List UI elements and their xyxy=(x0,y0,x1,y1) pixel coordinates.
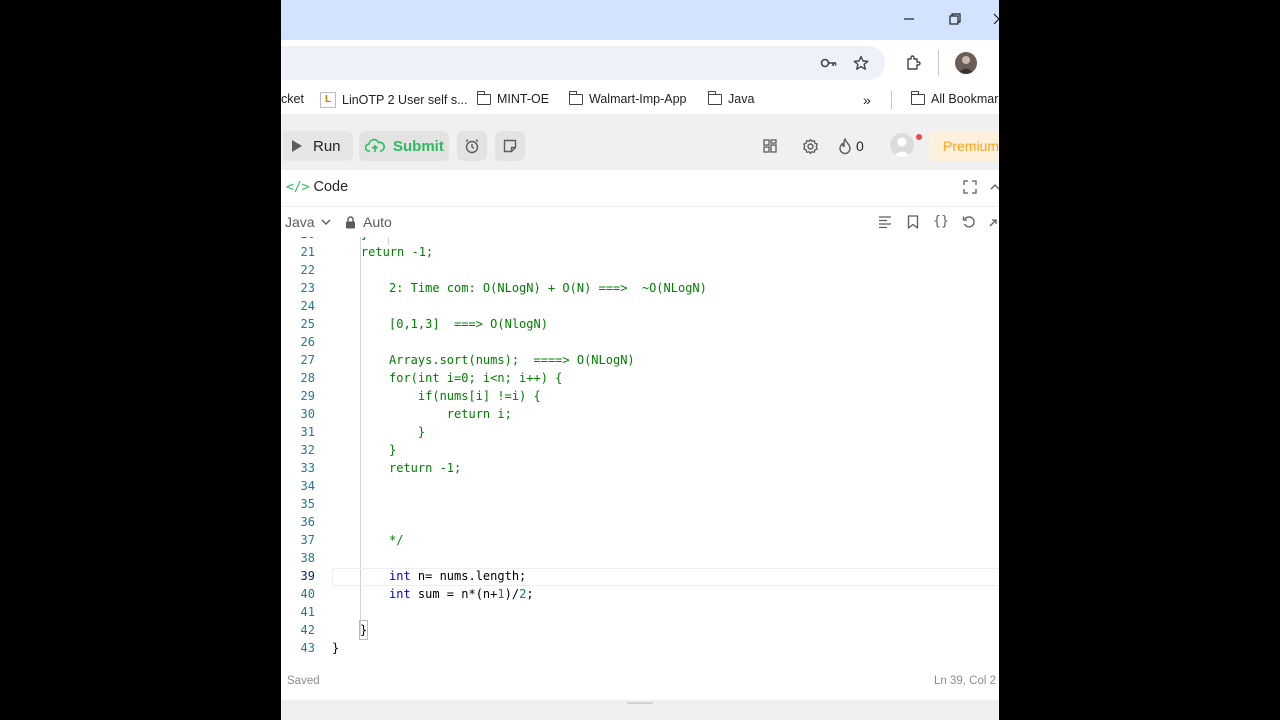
code-line: 24 xyxy=(300,299,315,313)
code-line: 28 for(int i=0; i<n; i++) { xyxy=(300,371,563,385)
puzzle-icon[interactable] xyxy=(903,53,923,73)
code-editor[interactable]: 20 } 21 return -1; 22 232: Time com: O(N… xyxy=(281,237,999,667)
bookmarks-bar: cket L LinOTP 2 User self s... MINT-OE W… xyxy=(281,86,999,114)
auto-mode-label: Auto xyxy=(363,214,392,230)
drag-handle[interactable] xyxy=(627,702,653,704)
submit-label: Submit xyxy=(393,137,444,155)
reset-icon[interactable] xyxy=(961,214,977,230)
bookmark-label: Java xyxy=(728,92,755,106)
flame-icon xyxy=(839,137,851,154)
browser-window: cket L LinOTP 2 User self s... MINT-OE W… xyxy=(281,0,999,720)
bookmark-label: cket xyxy=(281,92,304,106)
address-bar-row xyxy=(281,40,999,86)
title-bar xyxy=(281,0,999,40)
code-line: 31 } xyxy=(300,425,426,439)
code-line: 36 xyxy=(300,515,315,529)
cursor-position: Ln 39, Col 2 xyxy=(934,675,997,687)
code-line: 33 return -1; xyxy=(300,461,462,475)
key-icon[interactable] xyxy=(819,53,839,73)
bookmark-item[interactable]: cket xyxy=(281,92,304,106)
bookmark-item-linotp[interactable]: L LinOTP 2 User self s... xyxy=(320,92,468,108)
close-icon[interactable] xyxy=(989,10,999,30)
folder-icon xyxy=(476,90,491,105)
language-label: Java xyxy=(285,214,315,230)
run-button[interactable]: Run xyxy=(283,131,353,161)
bookmark-folder-mint-oe[interactable]: MINT-OE xyxy=(476,90,550,106)
streak-counter[interactable]: 0 xyxy=(838,136,864,156)
folder-icon xyxy=(707,90,722,105)
code-line: 29 if(nums[i] !=i) { xyxy=(300,389,541,403)
layout-icon[interactable] xyxy=(760,136,780,156)
avatar[interactable] xyxy=(955,52,977,74)
bookmark-label: Walmart-Imp-App xyxy=(589,92,687,106)
code-line: 34 xyxy=(300,479,315,493)
premium-button[interactable]: Premium xyxy=(929,131,999,161)
chevron-double-right-icon[interactable]: » xyxy=(863,92,871,108)
code-line: 23 2: Time com: O(NLogN) + O(N) ===> ~O(N… xyxy=(300,281,707,295)
alarm-clock-icon[interactable] xyxy=(457,131,487,161)
cloud-upload-icon xyxy=(365,138,385,152)
chevron-down-icon xyxy=(321,219,331,225)
play-icon xyxy=(292,140,302,152)
code-tab-label: Code xyxy=(313,179,349,195)
chevron-up-icon[interactable] xyxy=(989,179,999,195)
language-select[interactable]: Java xyxy=(285,214,331,230)
address-bar[interactable] xyxy=(281,46,885,80)
bookmark-folder-java[interactable]: Java xyxy=(707,90,755,106)
editor-options-row: Java Auto {} xyxy=(281,207,999,237)
bookmark-folder-walmart[interactable]: Walmart-Imp-App xyxy=(568,90,687,106)
code-line-current: 39 int n= nums.length; xyxy=(300,569,527,583)
code-line: 27 Arrays.sort(nums); ====> O(NLogN) xyxy=(300,353,635,367)
code-line: 30 return i; xyxy=(300,407,512,421)
code-tab[interactable]: </> Code xyxy=(286,179,348,195)
bookmark-label: LinOTP 2 User self s... xyxy=(342,93,468,107)
bookmark-label: MINT-OE xyxy=(497,92,550,106)
saved-status: Saved xyxy=(287,675,320,687)
minimize-icon[interactable] xyxy=(899,10,919,30)
code-line: 21 return -1; xyxy=(300,245,434,259)
star-icon[interactable] xyxy=(851,53,871,73)
run-label: Run xyxy=(313,137,341,155)
code-line: 42} xyxy=(300,620,369,640)
code-line: 41 xyxy=(300,605,315,619)
all-bookmarks-button[interactable]: All Bookmar xyxy=(910,90,999,106)
bookmarks-divider xyxy=(891,91,892,109)
notification-dot xyxy=(916,134,922,140)
restore-icon[interactable] xyxy=(945,10,965,30)
code-line: 26 xyxy=(300,335,315,349)
code-line: 35 xyxy=(300,497,315,511)
code-line: 32} xyxy=(300,443,397,457)
code-line: 37 */ xyxy=(300,533,404,547)
code-brackets-icon: </> xyxy=(286,179,310,195)
streak-count: 0 xyxy=(856,138,864,154)
code-panel: </> Code Java Auto {} 21 return -1; 22 2… xyxy=(281,170,999,700)
folder-icon xyxy=(568,90,583,105)
panel-resize-handle[interactable] xyxy=(281,700,999,720)
auto-mode[interactable]: Auto xyxy=(345,214,392,230)
code-line: 22 xyxy=(300,263,315,277)
code-line: 25 [0,1,3] ===> O(NlogN) xyxy=(300,317,548,331)
code-line: 38 xyxy=(300,551,315,565)
lock-icon xyxy=(346,215,355,228)
format-icon[interactable] xyxy=(877,214,893,230)
editor-status-bar: Saved Ln 39, Col 2 xyxy=(281,670,999,692)
expand-icon[interactable] xyxy=(988,214,999,230)
maximize-icon[interactable] xyxy=(962,179,978,195)
all-bookmarks-label: All Bookmar xyxy=(931,92,999,106)
folder-icon xyxy=(910,90,925,105)
linotp-favicon: L xyxy=(320,92,336,108)
gear-icon[interactable] xyxy=(800,136,820,156)
problem-toolbar: Run Submit 0 Premium xyxy=(281,114,999,170)
code-line: 40 int sum = n*(n+1)/2; xyxy=(300,587,534,601)
submit-button[interactable]: Submit xyxy=(359,131,449,161)
toolbar-divider xyxy=(938,50,939,76)
note-icon[interactable] xyxy=(495,131,525,161)
braces-icon[interactable]: {} xyxy=(931,213,951,229)
bookmark-icon[interactable] xyxy=(905,214,921,230)
avatar[interactable] xyxy=(890,133,914,157)
code-line: 43} xyxy=(300,641,340,655)
code-panel-header: </> Code xyxy=(281,170,999,207)
